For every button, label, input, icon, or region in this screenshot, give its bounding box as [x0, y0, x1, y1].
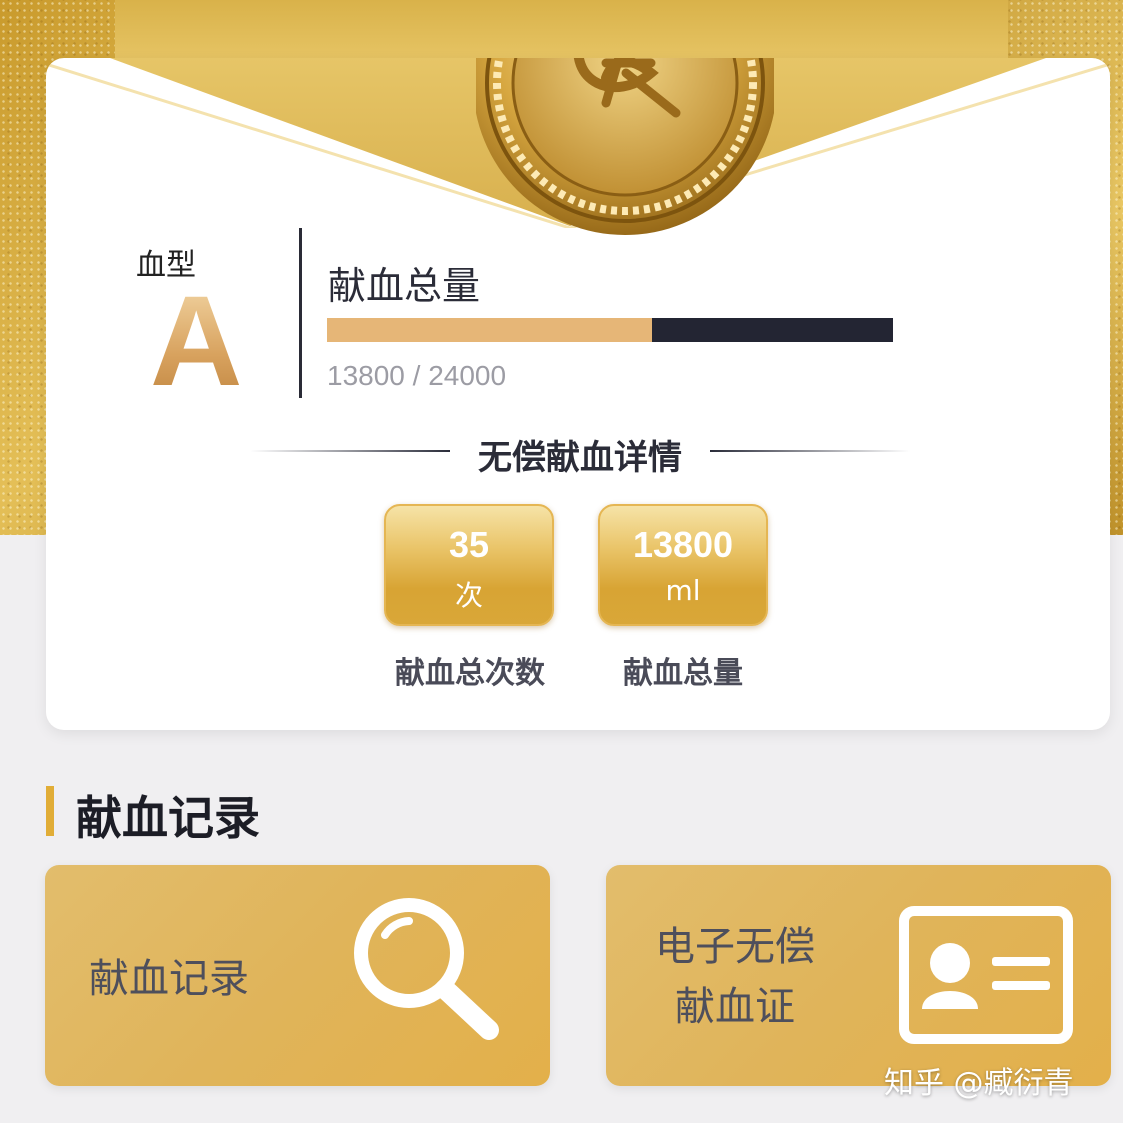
donation-progress-bar	[327, 318, 893, 342]
records-section-title: 献血记录	[76, 791, 260, 845]
stat-volume-label: 献血总量	[623, 656, 743, 691]
details-section-title: 无偿献血详情	[478, 438, 682, 478]
stat-count-unit: 次	[454, 579, 483, 612]
watermark-text: 知乎 @臧衍青	[884, 1066, 1074, 1101]
stat-count-label: 献血总次数	[395, 656, 545, 691]
donation-records-tile[interactable]: 献血记录	[45, 865, 550, 1086]
donation-progress-text: 13800 / 24000	[327, 360, 507, 391]
donation-progress-fill	[327, 318, 653, 342]
stat-volume-value: 13800	[632, 524, 734, 565]
stat-count-value: 35	[448, 524, 490, 565]
id-card-icon	[899, 906, 1073, 1044]
magnifier-icon	[354, 898, 499, 1040]
records-title-accent	[46, 786, 54, 836]
divider-line-right	[710, 450, 910, 452]
e-certificate-label-line1: 电子无偿	[655, 924, 815, 970]
donation-records-label: 献血记录	[89, 956, 249, 1002]
e-certificate-label: 电子无偿 献血证	[650, 917, 820, 1037]
envelope-top	[115, 0, 1008, 60]
details-section-header: 无偿献血详情	[250, 428, 910, 478]
blood-type-value: A	[150, 270, 243, 413]
stat-volume-box: 13800 ml	[598, 504, 768, 626]
stat-count-box: 35 次	[384, 504, 554, 626]
stat-volume-unit: ml	[665, 574, 701, 607]
vertical-divider	[299, 228, 302, 398]
medal-emblem	[476, 58, 774, 235]
e-certificate-tile[interactable]: 电子无偿 献血证	[606, 865, 1111, 1086]
donation-total-title: 献血总量	[328, 264, 481, 308]
e-certificate-label-line2: 献血证	[675, 984, 795, 1030]
